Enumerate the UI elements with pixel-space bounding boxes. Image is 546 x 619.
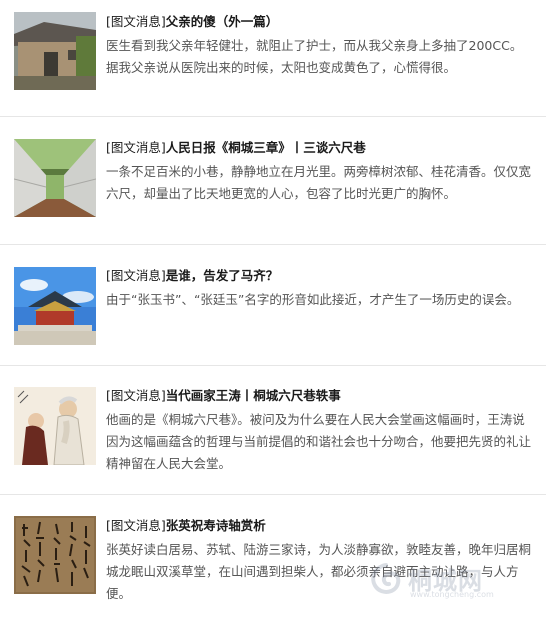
article-summary: 医生看到我父亲年轻健壮，就阻止了护士，而从我父亲身上多抽了200CC。据我父亲说… (106, 38, 523, 75)
list-item[interactable]: [图文消息]是谁，告发了马齐？ 由于“张玉书”、“张廷玉”名字的形音如此接近，才… (0, 245, 546, 366)
article-title[interactable]: [图文消息]人民日报《桐城三章》丨三谈六尺巷 (106, 139, 534, 157)
list-item[interactable]: [图文消息]人民日报《桐城三章》丨三谈六尺巷 一条不足百米的小巷，静静地立在月光… (0, 117, 546, 245)
article-summary: 张英好读白居易、苏轼、陆游三家诗，为人淡静寡欲，敦睦友善，晚年归居桐城龙眠山双溪… (106, 542, 532, 601)
article-title[interactable]: [图文消息]张英祝寿诗轴赏析 (106, 517, 534, 535)
list-item[interactable]: [图文消息]父亲的傻（外一篇） 医生看到我父亲年轻健壮，就阻止了护士，而从我父亲… (0, 0, 546, 117)
article-title[interactable]: [图文消息]当代画家王涛丨桐城六尺巷轶事 (106, 387, 534, 405)
calligraphy-thumbnail[interactable] (14, 516, 96, 594)
article-summary: 由于“张玉书”、“张廷玉”名字的形音如此接近，才产生了一场历史的误会。 (106, 292, 520, 307)
palace-thumbnail[interactable] (14, 267, 96, 345)
list-item[interactable]: [图文消息]张英祝寿诗轴赏析 张英好读白居易、苏轼、陆游三家诗，为人淡静寡欲，敦… (0, 495, 546, 619)
article-summary: 一条不足百米的小巷，静静地立在月光里。两旁樟树浓郁、桂花清香。仅仅宽六尺，却量出… (106, 164, 532, 201)
alley-thumbnail[interactable] (14, 139, 96, 217)
list-item[interactable]: [图文消息]当代画家王涛丨桐城六尺巷轶事 他画的是《桐城六尺巷》。被问及为什么要… (0, 366, 546, 495)
old-house-thumbnail[interactable] (14, 12, 96, 90)
article-title[interactable]: [图文消息]父亲的傻（外一篇） (106, 13, 534, 31)
article-summary: 他画的是《桐城六尺巷》。被问及为什么要在人民大会堂画这幅画时，王涛说因为这幅画蕴… (106, 412, 532, 471)
ink-painting-thumbnail[interactable] (14, 387, 96, 465)
article-title[interactable]: [图文消息]是谁，告发了马齐？ (106, 267, 534, 285)
article-list: [图文消息]父亲的傻（外一篇） 医生看到我父亲年轻健壮，就阻止了护士，而从我父亲… (0, 0, 546, 619)
